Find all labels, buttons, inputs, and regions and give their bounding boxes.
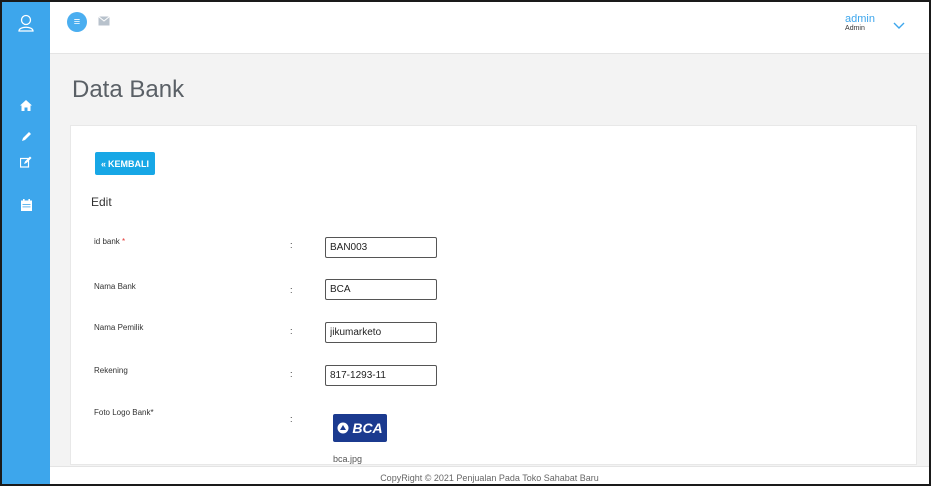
colon: : [290, 285, 293, 295]
user-name: admin [845, 13, 875, 25]
user-icon[interactable] [2, 12, 50, 34]
mail-icon[interactable] [98, 16, 110, 26]
chevron-down-icon[interactable] [893, 22, 905, 30]
nama-pemilik-input[interactable] [325, 322, 437, 343]
logo-file-name: bca.jpg [333, 454, 363, 464]
nama-bank-label: Nama Bank [94, 282, 136, 291]
rekening-input[interactable] [325, 365, 437, 386]
required-marker: * [122, 237, 126, 246]
pencil-icon[interactable] [2, 125, 50, 147]
edit-card: « KEMBALI Edit id bank * : Nama Bank : N… [70, 125, 917, 465]
rekening-label: Rekening [94, 366, 128, 375]
nama-pemilik-label: Nama Pemilik [94, 323, 144, 332]
colon: : [290, 414, 293, 424]
sidebar [2, 2, 50, 484]
bca-emblem-icon [337, 422, 349, 434]
calendar-icon[interactable] [2, 194, 50, 216]
user-menu[interactable]: admin Admin [845, 14, 875, 33]
colon: : [290, 326, 293, 336]
id-bank-input[interactable] [325, 237, 437, 258]
section-title: Edit [91, 195, 112, 209]
back-button[interactable]: « KEMBALI [95, 152, 155, 175]
menu-toggle-button[interactable]: ≡ [67, 12, 87, 32]
menu-icon: ≡ [73, 16, 81, 28]
back-button-label: KEMBALI [108, 158, 149, 169]
app-frame: ≡ admin Admin Data Bank « KEMBALI Edit i… [0, 0, 931, 486]
footer: CopyRight © 2021 Penjualan Pada Toko Sah… [50, 466, 929, 484]
nama-bank-input[interactable] [325, 279, 437, 300]
foto-logo-label: Foto Logo Bank* [94, 408, 154, 417]
home-icon[interactable] [2, 94, 50, 116]
topbar: ≡ admin Admin [50, 2, 929, 54]
bank-logo-image: BCA [333, 414, 387, 442]
edit-icon[interactable] [2, 151, 50, 173]
colon: : [290, 240, 293, 250]
bank-logo-text: BCA [352, 420, 383, 436]
id-bank-label: id bank * [94, 237, 126, 246]
double-chevron-left-icon: « [100, 158, 106, 169]
page-title: Data Bank [72, 76, 185, 103]
colon: : [290, 369, 293, 379]
user-role: Admin [845, 25, 865, 32]
